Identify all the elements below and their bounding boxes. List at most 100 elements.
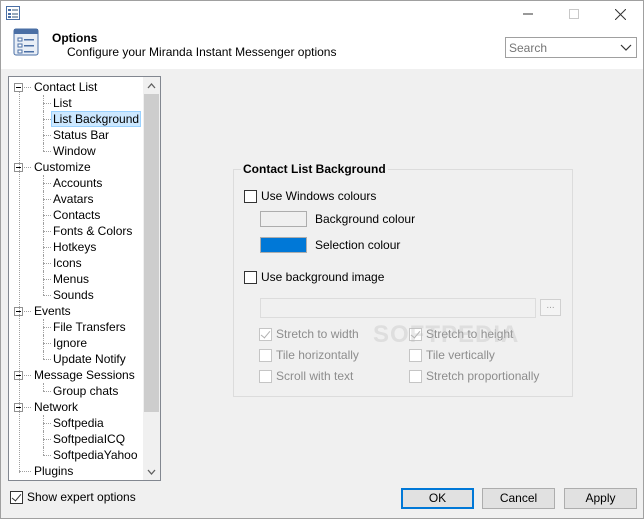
checkbox-label: Use Windows colours — [261, 189, 377, 203]
checkbox-box[interactable] — [259, 328, 272, 341]
checkbox-box[interactable] — [244, 271, 257, 284]
options-window: Options Configure your Miranda Instant M… — [0, 0, 644, 519]
tree-leaf[interactable]: Softpedia — [52, 415, 105, 431]
tree-leaf[interactable]: SoftpediaYahoo — [52, 447, 139, 463]
tree-connector — [43, 183, 51, 184]
checkbox-label: Tile horizontally — [276, 348, 359, 362]
maximize-icon[interactable] — [551, 1, 597, 27]
tree-leaf[interactable]: SoftpediaICQ — [52, 431, 126, 447]
scroll-down-icon[interactable] — [143, 463, 160, 480]
cancel-button[interactable]: Cancel — [482, 488, 555, 509]
checkbox-box[interactable] — [10, 491, 23, 504]
checkbox-box[interactable] — [244, 190, 257, 203]
tree-item-label: SoftpediaYahoo — [53, 448, 138, 462]
chevron-down-icon[interactable] — [620, 41, 632, 53]
tree-connector — [19, 92, 20, 473]
tree-connector — [43, 207, 44, 223]
tree-node[interactable]: Customize — [33, 159, 92, 175]
tree-leaf[interactable]: Menus — [52, 271, 90, 287]
tree-connector — [43, 135, 51, 136]
checkbox-label: Stretch proportionally — [426, 369, 540, 383]
close-icon[interactable] — [597, 1, 643, 27]
tree-scrollbar[interactable] — [143, 77, 160, 480]
checkbox-label: Use background image — [261, 270, 385, 284]
selection-colour-label: Selection colour — [315, 238, 401, 252]
checkbox-box[interactable] — [409, 349, 422, 362]
tree-item-label: Contacts — [53, 208, 101, 222]
options-tree[interactable]: Contact List List List Background Status Ba… — [8, 76, 161, 481]
tree-item-label: Plugins — [34, 464, 74, 478]
tree-item-label: SoftpediaICQ — [53, 432, 126, 446]
ok-button[interactable]: OK — [401, 488, 474, 509]
checkbox-label: Scroll with text — [276, 369, 354, 383]
tree-node[interactable]: Contact List — [33, 79, 98, 95]
tree-leaf[interactable]: Accounts — [52, 175, 103, 191]
tree-leaf[interactable]: Hotkeys — [52, 239, 97, 255]
checkbox-box[interactable] — [259, 370, 272, 383]
checkbox-box[interactable] — [259, 349, 272, 362]
tree-connector — [43, 431, 44, 447]
tree-node[interactable]: Network — [33, 399, 79, 415]
tree-connector — [43, 287, 44, 295]
tree-leaf[interactable]: Group chats — [52, 383, 119, 399]
tree-leaf[interactable]: Window — [52, 143, 97, 159]
tree-leaf[interactable]: List Background — [50, 111, 142, 127]
tree-connector — [43, 391, 51, 392]
tree-item-label: Status Bar — [53, 128, 110, 142]
tree-connector — [43, 215, 51, 216]
tree-leaf[interactable]: Sounds — [52, 287, 95, 303]
tree-connector — [43, 119, 51, 120]
image-path-field[interactable] — [260, 298, 536, 318]
tree-leaf[interactable]: Avatars — [52, 191, 94, 207]
apply-button[interactable]: Apply — [564, 488, 637, 509]
background-colour-swatch[interactable] — [260, 211, 307, 227]
browse-button[interactable]: ... — [540, 299, 561, 316]
scroll-thumb[interactable] — [144, 94, 159, 412]
checkbox-label: Stretch to width — [276, 327, 359, 341]
tree-node[interactable]: Plugins — [33, 463, 74, 479]
tree-leaf[interactable]: Status Bar — [52, 127, 110, 143]
options-checklist-icon — [13, 28, 39, 56]
tree-leaf[interactable]: Ignore — [52, 335, 88, 351]
checkbox-label: Show expert options — [27, 490, 136, 504]
tree-leaf[interactable]: File Transfers — [52, 319, 127, 335]
tree-connector — [43, 439, 51, 440]
tree-node[interactable]: Message Sessions — [33, 367, 136, 383]
tree-connector — [43, 271, 44, 287]
selection-colour-swatch[interactable] — [260, 237, 307, 253]
tree-leaf[interactable]: Icons — [52, 255, 83, 271]
tree-item-label: Events — [34, 304, 71, 318]
search-combobox[interactable] — [505, 37, 637, 58]
tree-leaf[interactable]: Update Notify — [52, 351, 127, 367]
tree-node[interactable]: Events — [33, 303, 72, 319]
tree-connector — [43, 175, 44, 191]
tree-item-label: Softpedia — [53, 416, 104, 430]
collapse-icon[interactable] — [14, 83, 23, 92]
tree-item-label: Menus — [53, 272, 90, 286]
checkbox-box[interactable] — [409, 370, 422, 383]
tree-connector — [43, 423, 51, 424]
tree-item-label: Window — [53, 144, 96, 158]
minimize-icon[interactable] — [505, 1, 551, 27]
tree-connector — [43, 199, 51, 200]
tree-leaf[interactable]: Contacts — [52, 207, 101, 223]
scroll-up-icon[interactable] — [143, 77, 160, 94]
tree-connector — [19, 471, 31, 472]
tree-item-label: Message Sessions — [34, 368, 135, 382]
tree-item-label: Contact List — [34, 80, 98, 94]
search-input[interactable] — [506, 38, 614, 57]
tree-connector — [43, 359, 51, 360]
tree-connector — [43, 335, 44, 351]
softpedia-watermark: SOFTPEDIA — [373, 321, 520, 348]
checkbox-label: Tile vertically — [426, 348, 495, 362]
tree-connector — [43, 383, 44, 391]
tree-item-label: List Background — [50, 111, 142, 127]
tree-item-label: Icons — [53, 256, 82, 270]
tree-connector — [43, 343, 51, 344]
tree-item-label: Hotkeys — [53, 240, 97, 254]
tree-connector — [43, 151, 51, 152]
tree-item-label: Accounts — [53, 176, 103, 190]
tree-leaf[interactable]: List — [52, 95, 73, 111]
tree-leaf[interactable]: Fonts & Colors — [52, 223, 133, 239]
tree-connector — [43, 415, 44, 431]
